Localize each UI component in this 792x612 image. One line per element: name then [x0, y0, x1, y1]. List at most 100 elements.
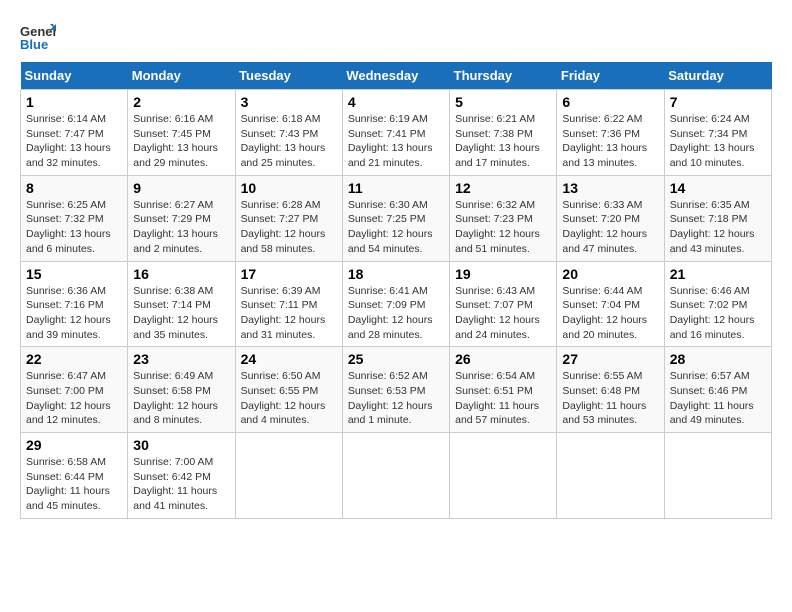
calendar-cell: 1 Sunrise: 6:14 AM Sunset: 7:47 PM Daylig… — [21, 90, 128, 176]
calendar-cell — [450, 433, 557, 519]
week-row-3: 15 Sunrise: 6:36 AM Sunset: 7:16 PM Dayli… — [21, 261, 772, 347]
header-day-wednesday: Wednesday — [342, 62, 449, 90]
day-info: Sunrise: 6:43 AM Sunset: 7:07 PM Dayligh… — [455, 284, 551, 343]
week-row-2: 8Sunrise: 6:25 AM Sunset: 7:32 PM Daylig… — [21, 175, 772, 261]
day-info: Sunrise: 6:41 AM Sunset: 7:09 PM Dayligh… — [348, 284, 444, 343]
day-number: 13 — [562, 180, 658, 196]
header: General Blue — [20, 20, 772, 52]
day-info: Sunrise: 6:55 AM Sunset: 6:48 PM Dayligh… — [562, 369, 658, 428]
calendar-cell: 19 Sunrise: 6:43 AM Sunset: 7:07 PM Dayli… — [450, 261, 557, 347]
calendar-cell: 23Sunrise: 6:49 AM Sunset: 6:58 PM Dayli… — [128, 347, 235, 433]
day-info: Sunrise: 6:24 AM Sunset: 7:34 PM Dayligh… — [670, 112, 766, 171]
calendar-body: 1 Sunrise: 6:14 AM Sunset: 7:47 PM Daylig… — [21, 90, 772, 519]
day-info: Sunrise: 6:27 AM Sunset: 7:29 PM Dayligh… — [133, 198, 229, 257]
day-number: 21 — [670, 266, 766, 282]
day-number: 22 — [26, 351, 122, 367]
day-number: 20 — [562, 266, 658, 282]
day-info: Sunrise: 6:54 AM Sunset: 6:51 PM Dayligh… — [455, 369, 551, 428]
day-number: 25 — [348, 351, 444, 367]
calendar-cell: 29 Sunrise: 6:58 AM Sunset: 6:44 PM Dayli… — [21, 433, 128, 519]
calendar-cell: 7 Sunrise: 6:24 AM Sunset: 7:34 PM Daylig… — [664, 90, 771, 176]
calendar-table: SundayMondayTuesdayWednesdayThursdayFrid… — [20, 62, 772, 519]
header-day-tuesday: Tuesday — [235, 62, 342, 90]
day-number: 1 — [26, 94, 122, 110]
day-number: 10 — [241, 180, 337, 196]
day-info: Sunrise: 6:58 AM Sunset: 6:44 PM Dayligh… — [26, 455, 122, 514]
calendar-cell: 28 Sunrise: 6:57 AM Sunset: 6:46 PM Dayli… — [664, 347, 771, 433]
day-number: 4 — [348, 94, 444, 110]
day-info: Sunrise: 6:14 AM Sunset: 7:47 PM Dayligh… — [26, 112, 122, 171]
day-info: Sunrise: 6:49 AM Sunset: 6:58 PM Dayligh… — [133, 369, 229, 428]
day-number: 29 — [26, 437, 122, 453]
calendar-cell: 24 Sunrise: 6:50 AM Sunset: 6:55 PM Dayli… — [235, 347, 342, 433]
calendar-cell: 9 Sunrise: 6:27 AM Sunset: 7:29 PM Daylig… — [128, 175, 235, 261]
day-info: Sunrise: 6:25 AM Sunset: 7:32 PM Dayligh… — [26, 198, 122, 257]
day-info: Sunrise: 6:30 AM Sunset: 7:25 PM Dayligh… — [348, 198, 444, 257]
day-info: Sunrise: 6:46 AM Sunset: 7:02 PM Dayligh… — [670, 284, 766, 343]
day-number: 5 — [455, 94, 551, 110]
calendar-cell — [664, 433, 771, 519]
calendar-cell: 18 Sunrise: 6:41 AM Sunset: 7:09 PM Dayli… — [342, 261, 449, 347]
day-number: 19 — [455, 266, 551, 282]
header-day-monday: Monday — [128, 62, 235, 90]
day-number: 30 — [133, 437, 229, 453]
calendar-cell: 2 Sunrise: 6:16 AM Sunset: 7:45 PM Daylig… — [128, 90, 235, 176]
calendar-cell: 30 Sunrise: 7:00 AM Sunset: 6:42 PM Dayli… — [128, 433, 235, 519]
day-info: Sunrise: 6:16 AM Sunset: 7:45 PM Dayligh… — [133, 112, 229, 171]
day-number: 9 — [133, 180, 229, 196]
day-info: Sunrise: 6:18 AM Sunset: 7:43 PM Dayligh… — [241, 112, 337, 171]
day-info: Sunrise: 6:50 AM Sunset: 6:55 PM Dayligh… — [241, 369, 337, 428]
header-day-thursday: Thursday — [450, 62, 557, 90]
day-number: 17 — [241, 266, 337, 282]
week-row-1: 1 Sunrise: 6:14 AM Sunset: 7:47 PM Daylig… — [21, 90, 772, 176]
day-number: 26 — [455, 351, 551, 367]
day-number: 24 — [241, 351, 337, 367]
day-number: 18 — [348, 266, 444, 282]
calendar-cell: 20 Sunrise: 6:44 AM Sunset: 7:04 PM Dayli… — [557, 261, 664, 347]
day-info: Sunrise: 6:32 AM Sunset: 7:23 PM Dayligh… — [455, 198, 551, 257]
calendar-cell: 27 Sunrise: 6:55 AM Sunset: 6:48 PM Dayli… — [557, 347, 664, 433]
calendar-cell — [235, 433, 342, 519]
calendar-cell: 26 Sunrise: 6:54 AM Sunset: 6:51 PM Dayli… — [450, 347, 557, 433]
day-info: Sunrise: 6:22 AM Sunset: 7:36 PM Dayligh… — [562, 112, 658, 171]
calendar-cell: 10 Sunrise: 6:28 AM Sunset: 7:27 PM Dayli… — [235, 175, 342, 261]
day-number: 27 — [562, 351, 658, 367]
day-info: Sunrise: 6:21 AM Sunset: 7:38 PM Dayligh… — [455, 112, 551, 171]
calendar-cell: 13Sunrise: 6:33 AM Sunset: 7:20 PM Dayli… — [557, 175, 664, 261]
day-info: Sunrise: 6:38 AM Sunset: 7:14 PM Dayligh… — [133, 284, 229, 343]
day-info: Sunrise: 6:19 AM Sunset: 7:41 PM Dayligh… — [348, 112, 444, 171]
logo: General Blue — [20, 20, 60, 52]
calendar-cell: 8Sunrise: 6:25 AM Sunset: 7:32 PM Daylig… — [21, 175, 128, 261]
calendar-cell: 16 Sunrise: 6:38 AM Sunset: 7:14 PM Dayli… — [128, 261, 235, 347]
day-info: Sunrise: 6:57 AM Sunset: 6:46 PM Dayligh… — [670, 369, 766, 428]
calendar-cell — [557, 433, 664, 519]
calendar-cell: 12 Sunrise: 6:32 AM Sunset: 7:23 PM Dayli… — [450, 175, 557, 261]
day-info: Sunrise: 7:00 AM Sunset: 6:42 PM Dayligh… — [133, 455, 229, 514]
day-number: 28 — [670, 351, 766, 367]
day-info: Sunrise: 6:39 AM Sunset: 7:11 PM Dayligh… — [241, 284, 337, 343]
calendar-cell: 4 Sunrise: 6:19 AM Sunset: 7:41 PM Daylig… — [342, 90, 449, 176]
calendar-cell: 6 Sunrise: 6:22 AM Sunset: 7:36 PM Daylig… — [557, 90, 664, 176]
day-number: 16 — [133, 266, 229, 282]
calendar-cell: 3Sunrise: 6:18 AM Sunset: 7:43 PM Daylig… — [235, 90, 342, 176]
header-day-friday: Friday — [557, 62, 664, 90]
calendar-header: SundayMondayTuesdayWednesdayThursdayFrid… — [21, 62, 772, 90]
day-number: 6 — [562, 94, 658, 110]
header-day-sunday: Sunday — [21, 62, 128, 90]
day-info: Sunrise: 6:47 AM Sunset: 7:00 PM Dayligh… — [26, 369, 122, 428]
day-info: Sunrise: 6:28 AM Sunset: 7:27 PM Dayligh… — [241, 198, 337, 257]
day-info: Sunrise: 6:44 AM Sunset: 7:04 PM Dayligh… — [562, 284, 658, 343]
header-day-saturday: Saturday — [664, 62, 771, 90]
day-number: 7 — [670, 94, 766, 110]
day-number: 15 — [26, 266, 122, 282]
calendar-cell: 5 Sunrise: 6:21 AM Sunset: 7:38 PM Daylig… — [450, 90, 557, 176]
calendar-cell — [342, 433, 449, 519]
logo-icon: General Blue — [20, 20, 56, 52]
calendar-cell: 15 Sunrise: 6:36 AM Sunset: 7:16 PM Dayli… — [21, 261, 128, 347]
day-number: 2 — [133, 94, 229, 110]
calendar-cell: 11Sunrise: 6:30 AM Sunset: 7:25 PM Dayli… — [342, 175, 449, 261]
day-info: Sunrise: 6:35 AM Sunset: 7:18 PM Dayligh… — [670, 198, 766, 257]
day-number: 12 — [455, 180, 551, 196]
day-info: Sunrise: 6:36 AM Sunset: 7:16 PM Dayligh… — [26, 284, 122, 343]
svg-text:Blue: Blue — [20, 37, 48, 52]
